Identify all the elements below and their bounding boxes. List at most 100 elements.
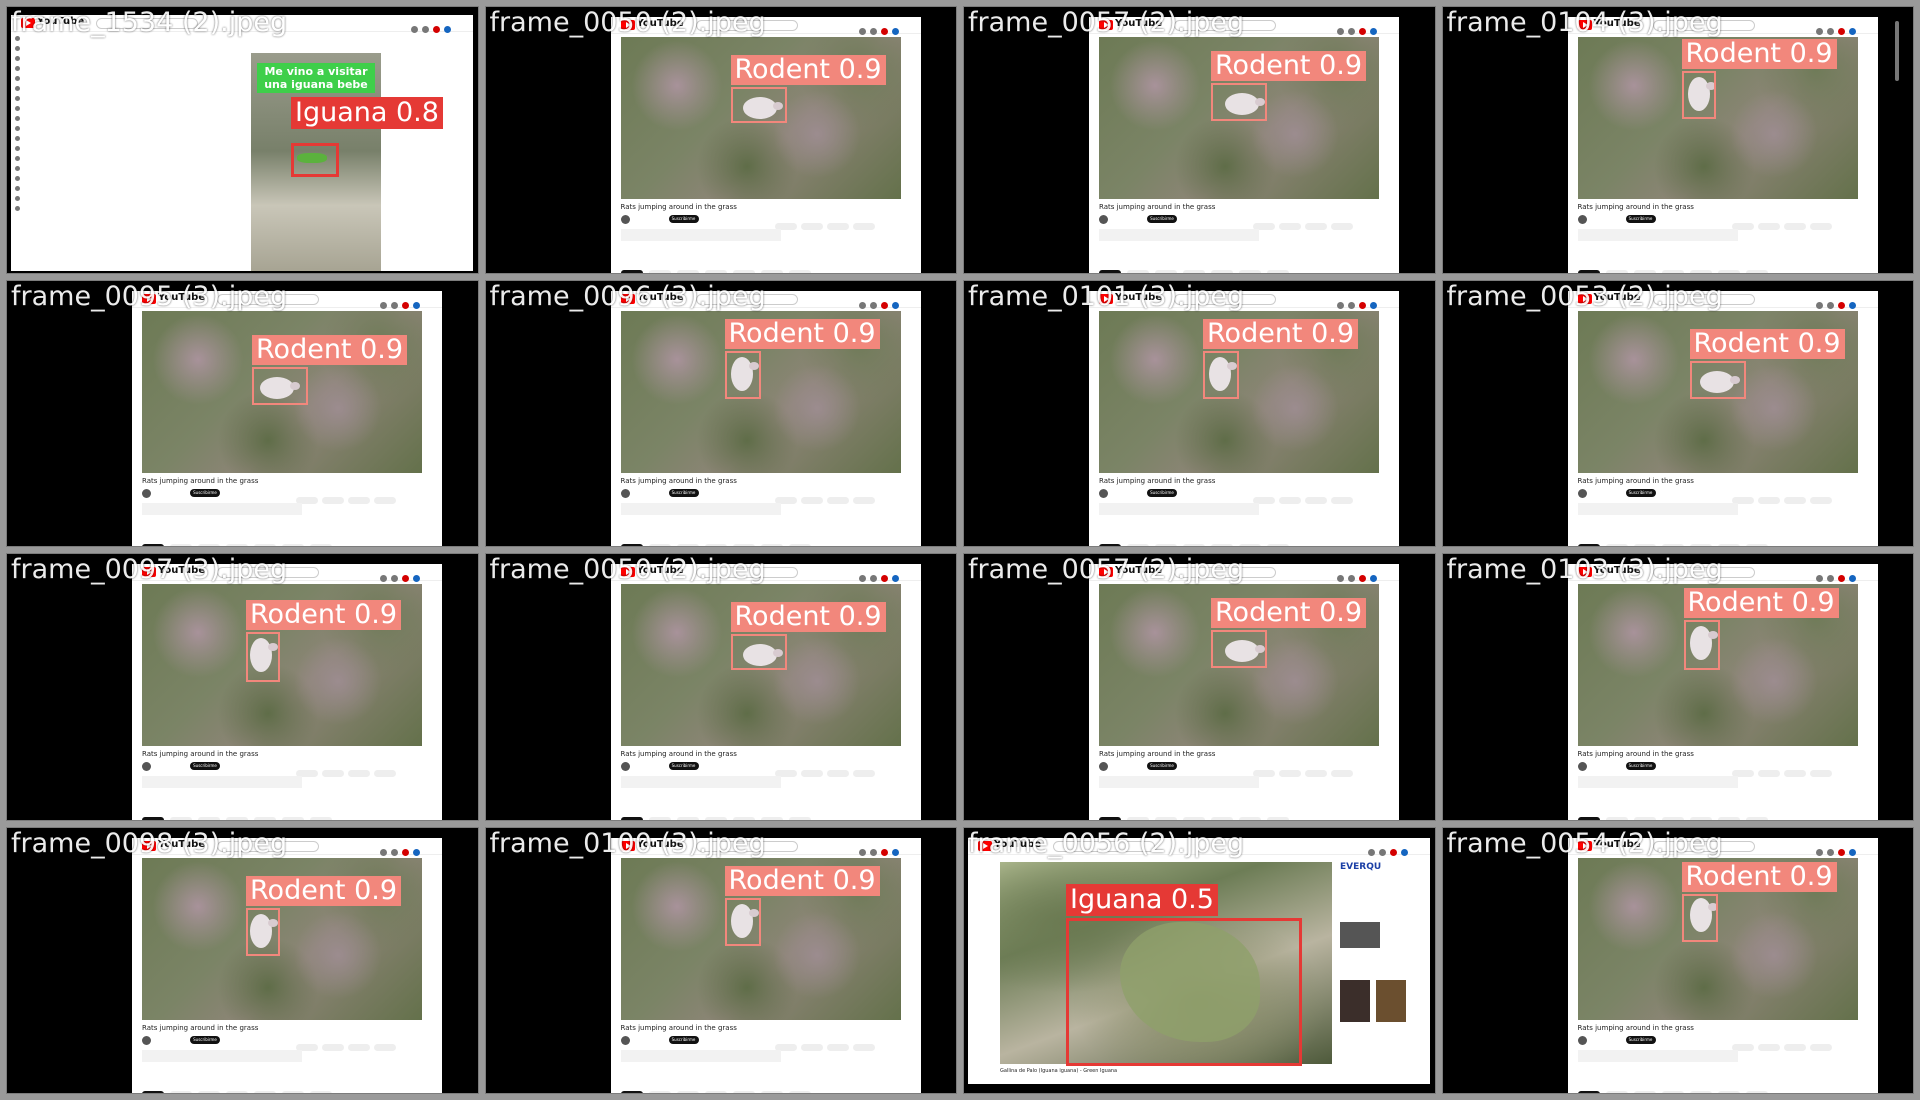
subscribe-button[interactable]: Suscribirme	[1147, 762, 1177, 770]
search-input[interactable]	[1174, 293, 1276, 305]
action-buttons[interactable]	[771, 489, 911, 504]
search-input[interactable]	[96, 18, 198, 29]
frame-tile[interactable]: frame_0097 (3).jpeg YouTube Rodent 0.9 R…	[6, 553, 479, 821]
search-input[interactable]	[695, 840, 798, 852]
frame-tile[interactable]: frame_0103 (3).jpeg YouTube Rodent 0.9 R…	[1441, 553, 1914, 821]
video-title[interactable]: Rats jumping around in the grass	[1099, 203, 1215, 211]
frame-tile[interactable]: frame_0101 (3).jpeg YouTube Rodent 0.9 R…	[963, 279, 1436, 547]
frame-tile[interactable]: frame_0057 (2).jpeg YouTube Rodent 0.9 R…	[963, 553, 1436, 821]
rec-thumbnail[interactable]	[1340, 979, 1370, 1022]
description-box[interactable]	[1577, 229, 1738, 241]
frame-tile[interactable]: frame_0056 (2).jpeg YouTube Iguana 0.5 E…	[963, 826, 1436, 1094]
action-buttons[interactable]	[771, 762, 911, 777]
action-buttons[interactable]	[1728, 489, 1868, 504]
sidebar-item[interactable]	[11, 153, 71, 163]
chip-row[interactable]	[1099, 261, 1379, 273]
search-input[interactable]	[695, 20, 798, 31]
sidebar-item[interactable]	[11, 43, 71, 53]
action-buttons[interactable]	[292, 1036, 432, 1051]
subscribe-button[interactable]: Suscribirme	[1625, 762, 1656, 770]
subscribe-button[interactable]: Suscribirme	[668, 1035, 699, 1044]
scrollbar[interactable]	[1894, 21, 1899, 81]
action-buttons[interactable]	[771, 1036, 911, 1051]
frame-tile[interactable]: frame_0054 (2).jpeg YouTube Rodent 0.9 R…	[1441, 826, 1914, 1094]
action-buttons[interactable]	[1728, 215, 1868, 230]
description-box[interactable]	[620, 1049, 781, 1062]
sidebar-item[interactable]	[11, 53, 71, 63]
sidebar-item[interactable]	[11, 163, 71, 173]
action-buttons[interactable]	[771, 215, 911, 230]
video-player[interactable]: Rodent 0.9	[620, 857, 901, 1020]
sponsor-brand[interactable]: EVERQU	[1340, 861, 1426, 880]
video-player[interactable]: Rodent 0.9	[142, 857, 422, 1020]
subscribe-button[interactable]: Suscribirme	[190, 762, 220, 770]
channel-avatar[interactable]	[620, 1035, 630, 1045]
chip-row[interactable]	[620, 261, 901, 273]
channel-avatar[interactable]	[1099, 488, 1108, 498]
channel-avatar[interactable]	[1577, 1035, 1587, 1045]
chip-row[interactable]	[1099, 535, 1379, 547]
video-player[interactable]: Rodent 0.9	[620, 37, 901, 199]
channel-avatar[interactable]	[1099, 215, 1108, 224]
action-buttons[interactable]	[1249, 489, 1389, 504]
search-input[interactable]	[1652, 840, 1755, 852]
sidebar-item[interactable]	[11, 63, 71, 73]
sidebar-item[interactable]	[11, 133, 71, 143]
sidebar-item[interactable]	[11, 73, 71, 83]
search-input[interactable]	[1652, 567, 1755, 578]
search-input[interactable]	[1053, 840, 1155, 852]
subscribe-button[interactable]: Suscribirme	[1625, 1035, 1656, 1044]
video-player[interactable]: Rodent 0.9	[620, 584, 901, 746]
chip-row[interactable]	[620, 808, 901, 820]
video-player[interactable]: Rodent 0.9	[1577, 584, 1858, 746]
subscribe-button[interactable]: Suscribirme	[190, 1035, 220, 1044]
short-video[interactable]: Me vino a visitar una iguana bebe Iguana…	[251, 53, 443, 271]
description-box[interactable]	[142, 1049, 302, 1062]
search-input[interactable]	[1652, 20, 1755, 31]
video-title[interactable]: Rats jumping around in the grass	[621, 1024, 737, 1032]
sidebar-item[interactable]	[11, 183, 71, 193]
video-title[interactable]: Rats jumping around in the grass	[1578, 1024, 1694, 1032]
video-player[interactable]: Iguana 0.5	[1000, 861, 1332, 1066]
frame-tile[interactable]: frame_1534 (2).jpeg YouTube Me vino a vi…	[6, 6, 479, 274]
subscribe-button[interactable]: Suscribirme	[1625, 215, 1656, 223]
video-title[interactable]: Rats jumping around in the grass	[1099, 477, 1215, 485]
action-buttons[interactable]	[292, 489, 432, 504]
frame-tile[interactable]: frame_0096 (3).jpeg YouTube Rodent 0.9 R…	[484, 279, 957, 547]
video-player[interactable]: Rodent 0.9	[620, 310, 901, 473]
sidebar-item[interactable]	[11, 143, 71, 153]
chip-row[interactable]	[1577, 1082, 1858, 1094]
description-box[interactable]	[1577, 776, 1738, 788]
sidebar-item[interactable]	[11, 83, 71, 93]
frame-tile[interactable]: frame_0050 (2).jpeg YouTube Rodent 0.9 R…	[484, 553, 957, 821]
chip-row[interactable]	[620, 1082, 901, 1094]
description-box[interactable]	[142, 502, 302, 515]
search-input[interactable]	[1174, 567, 1276, 578]
frame-tile[interactable]: frame_0057 (2).jpeg YouTube Rodent 0.9 R…	[963, 6, 1436, 274]
video-player[interactable]: Rodent 0.9	[1577, 37, 1858, 199]
video-title[interactable]: Rats jumping around in the grass	[621, 750, 737, 758]
description-box[interactable]	[620, 229, 781, 241]
video-title[interactable]: Rats jumping around in the grass	[1578, 203, 1694, 211]
search-input[interactable]	[217, 567, 319, 578]
channel-avatar[interactable]	[142, 762, 151, 771]
description-box[interactable]	[1099, 502, 1259, 515]
search-input[interactable]	[217, 840, 319, 852]
action-buttons[interactable]	[292, 762, 432, 777]
chip-row[interactable]	[142, 808, 422, 820]
channel-avatar[interactable]	[1577, 762, 1587, 771]
sidebar-item[interactable]	[11, 123, 71, 133]
description-box[interactable]	[1099, 229, 1259, 241]
chip-row[interactable]	[142, 535, 422, 547]
chip-row[interactable]	[1577, 808, 1858, 820]
frame-tile[interactable]: frame_0095 (3).jpeg YouTube Rodent 0.9 R…	[6, 279, 479, 547]
video-player[interactable]: Rodent 0.9	[1099, 584, 1379, 746]
search-input[interactable]	[1174, 20, 1276, 31]
video-player[interactable]: Rodent 0.9	[1099, 310, 1379, 473]
subscribe-button[interactable]: Suscribirme	[1147, 215, 1177, 223]
video-player[interactable]: Rodent 0.9	[142, 310, 422, 473]
channel-avatar[interactable]	[620, 762, 630, 771]
channel-avatar[interactable]	[142, 1035, 151, 1045]
sidebar-item[interactable]	[11, 173, 71, 183]
video-title[interactable]: Rats jumping around in the grass	[1099, 750, 1215, 758]
